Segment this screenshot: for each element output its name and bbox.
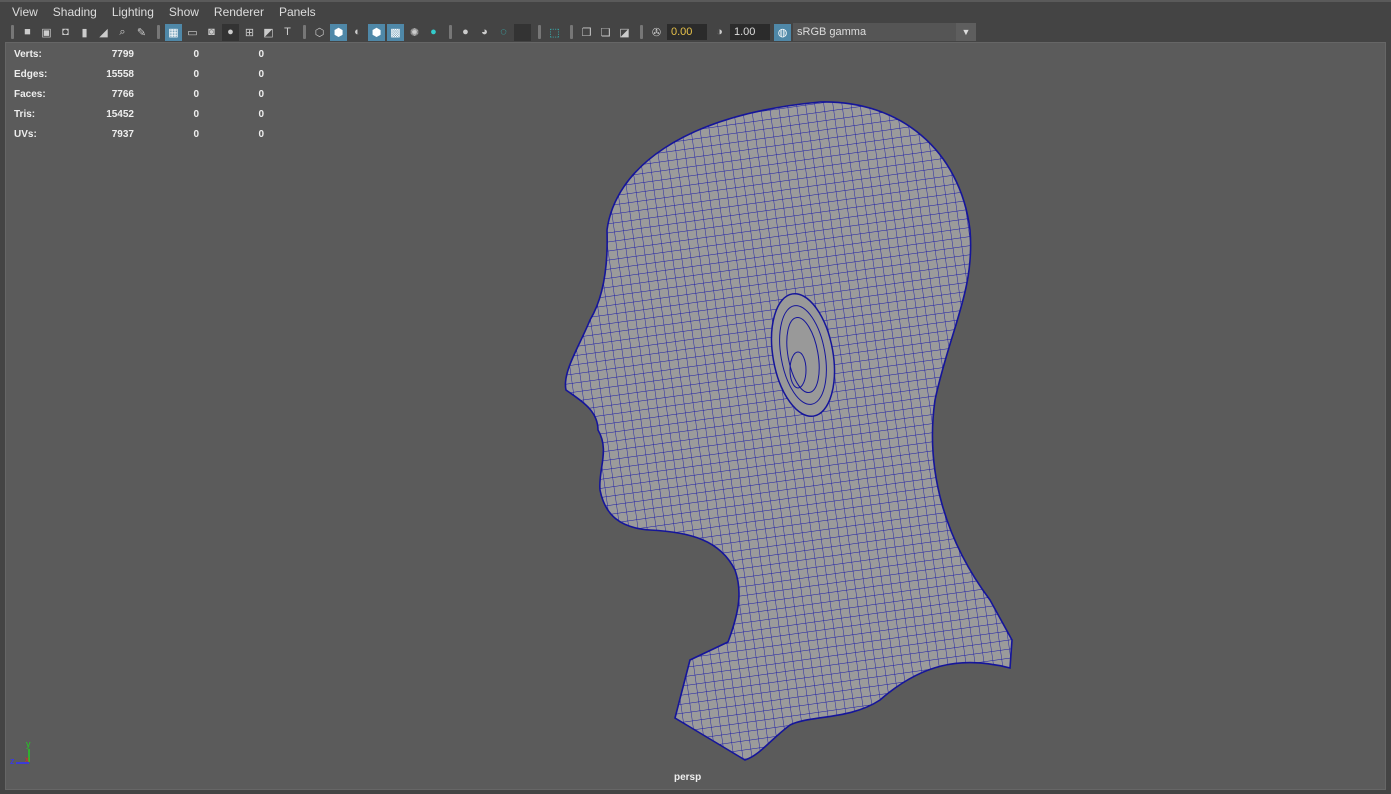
- axis-y-label: y: [26, 739, 31, 749]
- mesh-wireframe: [565, 101, 1012, 761]
- camera-name-label: persp: [674, 772, 702, 783]
- head-mesh[interactable]: y z x: [0, 0, 1391, 794]
- axis-gizmo: y z x: [10, 739, 31, 766]
- axis-x-label: x: [25, 755, 29, 764]
- axis-z-label: z: [10, 756, 15, 766]
